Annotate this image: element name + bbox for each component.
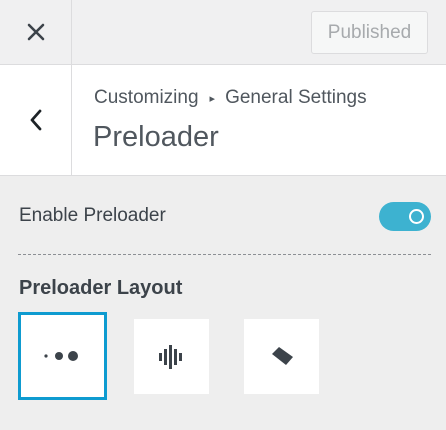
breadcrumb-section: General Settings — [225, 87, 367, 108]
layout-option-dots[interactable] — [18, 312, 107, 400]
enable-preloader-label: Enable Preloader — [19, 205, 166, 226]
breadcrumb: Customizing ▸ General Settings — [94, 87, 367, 109]
toggle-knob — [409, 209, 424, 224]
rotated-square-icon — [268, 343, 296, 371]
close-icon — [27, 23, 45, 41]
back-button[interactable] — [0, 65, 72, 175]
customizer-topbar: Published — [0, 0, 446, 65]
preloader-controls: Enable Preloader Preloader Layout — [0, 176, 446, 430]
close-button[interactable] — [0, 0, 72, 64]
section-header: Customizing ▸ General Settings Preloader — [0, 65, 446, 176]
layout-option-square[interactable] — [244, 319, 319, 394]
breadcrumb-separator-icon: ▸ — [209, 92, 216, 105]
divider — [18, 254, 431, 255]
published-button[interactable]: Published — [311, 11, 428, 54]
preloader-layout-label: Preloader Layout — [19, 277, 183, 299]
enable-preloader-toggle[interactable] — [379, 202, 431, 231]
three-dots-icon — [43, 349, 83, 363]
page-title: Preloader — [93, 121, 219, 153]
breadcrumb-root: Customizing — [94, 87, 199, 108]
layout-option-bars[interactable] — [134, 319, 209, 394]
audio-bars-icon — [158, 343, 186, 371]
chevron-left-icon — [29, 108, 43, 132]
